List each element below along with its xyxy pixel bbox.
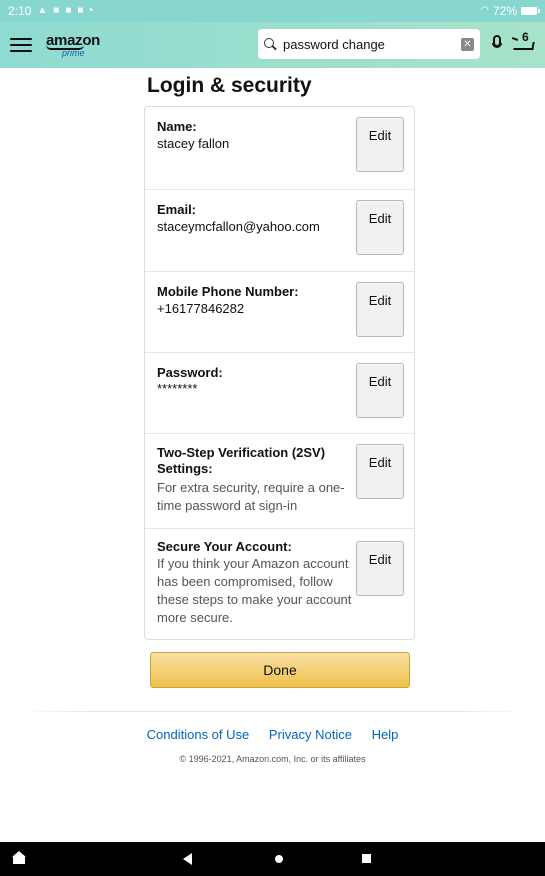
wifi-icon: ◠: [480, 5, 489, 16]
battery-percent: 72%: [492, 4, 517, 18]
help-link[interactable]: Help: [372, 727, 399, 742]
done-button[interactable]: Done: [150, 652, 410, 688]
search-input[interactable]: password change ✕: [258, 29, 480, 59]
alert-icon: ▲: [37, 5, 48, 16]
status-bar: 2:10 ▲ ■ ■ ■ • ◠ 72%: [0, 0, 545, 22]
row-label: Name:: [157, 119, 197, 134]
status-left: 2:10 ▲ ■ ■ ■ •: [8, 4, 93, 18]
status-right: ◠ 72%: [480, 4, 540, 18]
row-mobile-phone: Mobile Phone Number: +16177846282 Edit: [145, 271, 414, 352]
edit-email-button[interactable]: Edit: [356, 200, 404, 255]
row-value: ********: [157, 381, 198, 396]
navigation-bar: [0, 842, 545, 876]
conditions-of-use-link[interactable]: Conditions of Use: [147, 727, 250, 742]
home-button-icon[interactable]: [275, 855, 283, 863]
row-description: For extra security, require a one-time p…: [157, 480, 345, 513]
row-label: Secure Your Account:: [157, 539, 292, 554]
cart-icon[interactable]: 6: [511, 30, 538, 56]
login-security-card: Name: stacey fallon Edit Email: staceymc…: [144, 106, 415, 640]
edit-password-button[interactable]: Edit: [356, 363, 404, 418]
row-password: Password: ******** Edit: [145, 352, 414, 433]
row-value: staceymcfallon@yahoo.com: [157, 219, 320, 234]
row-label: Mobile Phone Number:: [157, 284, 299, 299]
edit-name-button[interactable]: Edit: [356, 117, 404, 172]
notification-icon: ■: [53, 5, 60, 16]
search-query[interactable]: password change: [283, 37, 461, 52]
dot-icon: •: [89, 5, 93, 16]
footer-links: Conditions of Use Privacy Notice Help: [0, 727, 545, 742]
row-email: Email: staceymcfallon@yahoo.com Edit: [145, 189, 414, 271]
row-value: +16177846282: [157, 301, 245, 316]
battery-icon: [521, 7, 540, 15]
search-icon: [264, 37, 277, 51]
recents-icon[interactable]: [362, 854, 371, 863]
home-icon[interactable]: [12, 851, 26, 865]
back-icon[interactable]: [183, 853, 192, 865]
row-label: Email:: [157, 202, 197, 217]
row-label: Two-Step Verification (2SV) Settings:: [157, 445, 326, 476]
row-name: Name: stacey fallon Edit: [145, 107, 414, 189]
logo-sub: prime: [62, 47, 85, 58]
row-value: stacey fallon: [157, 136, 230, 151]
microphone-icon[interactable]: [490, 35, 504, 55]
app-header: amazon prime password change ✕ 6: [0, 22, 545, 68]
privacy-notice-link[interactable]: Privacy Notice: [269, 727, 352, 742]
copyright: © 1996-2021, Amazon.com, Inc. or its aff…: [179, 754, 366, 764]
row-label: Password:: [157, 365, 223, 380]
row-description: If you think your Amazon account has bee…: [157, 556, 352, 625]
edit-2sv-button[interactable]: Edit: [356, 444, 404, 499]
row-two-step-verification: Two-Step Verification (2SV) Settings: Fo…: [145, 433, 414, 528]
page-title: Login & security: [147, 74, 312, 97]
status-time: 2:10: [8, 4, 32, 18]
clear-icon[interactable]: ✕: [461, 37, 474, 51]
amazon-prime-logo[interactable]: amazon prime: [46, 33, 100, 58]
notification-icon: ■: [77, 5, 84, 16]
row-secure-account: Secure Your Account: If you think your A…: [145, 528, 414, 639]
notification-icon: ■: [65, 5, 72, 16]
edit-phone-button[interactable]: Edit: [356, 282, 404, 337]
footer-divider: [18, 711, 528, 712]
menu-icon[interactable]: [10, 36, 32, 54]
edit-secure-account-button[interactable]: Edit: [356, 541, 404, 596]
